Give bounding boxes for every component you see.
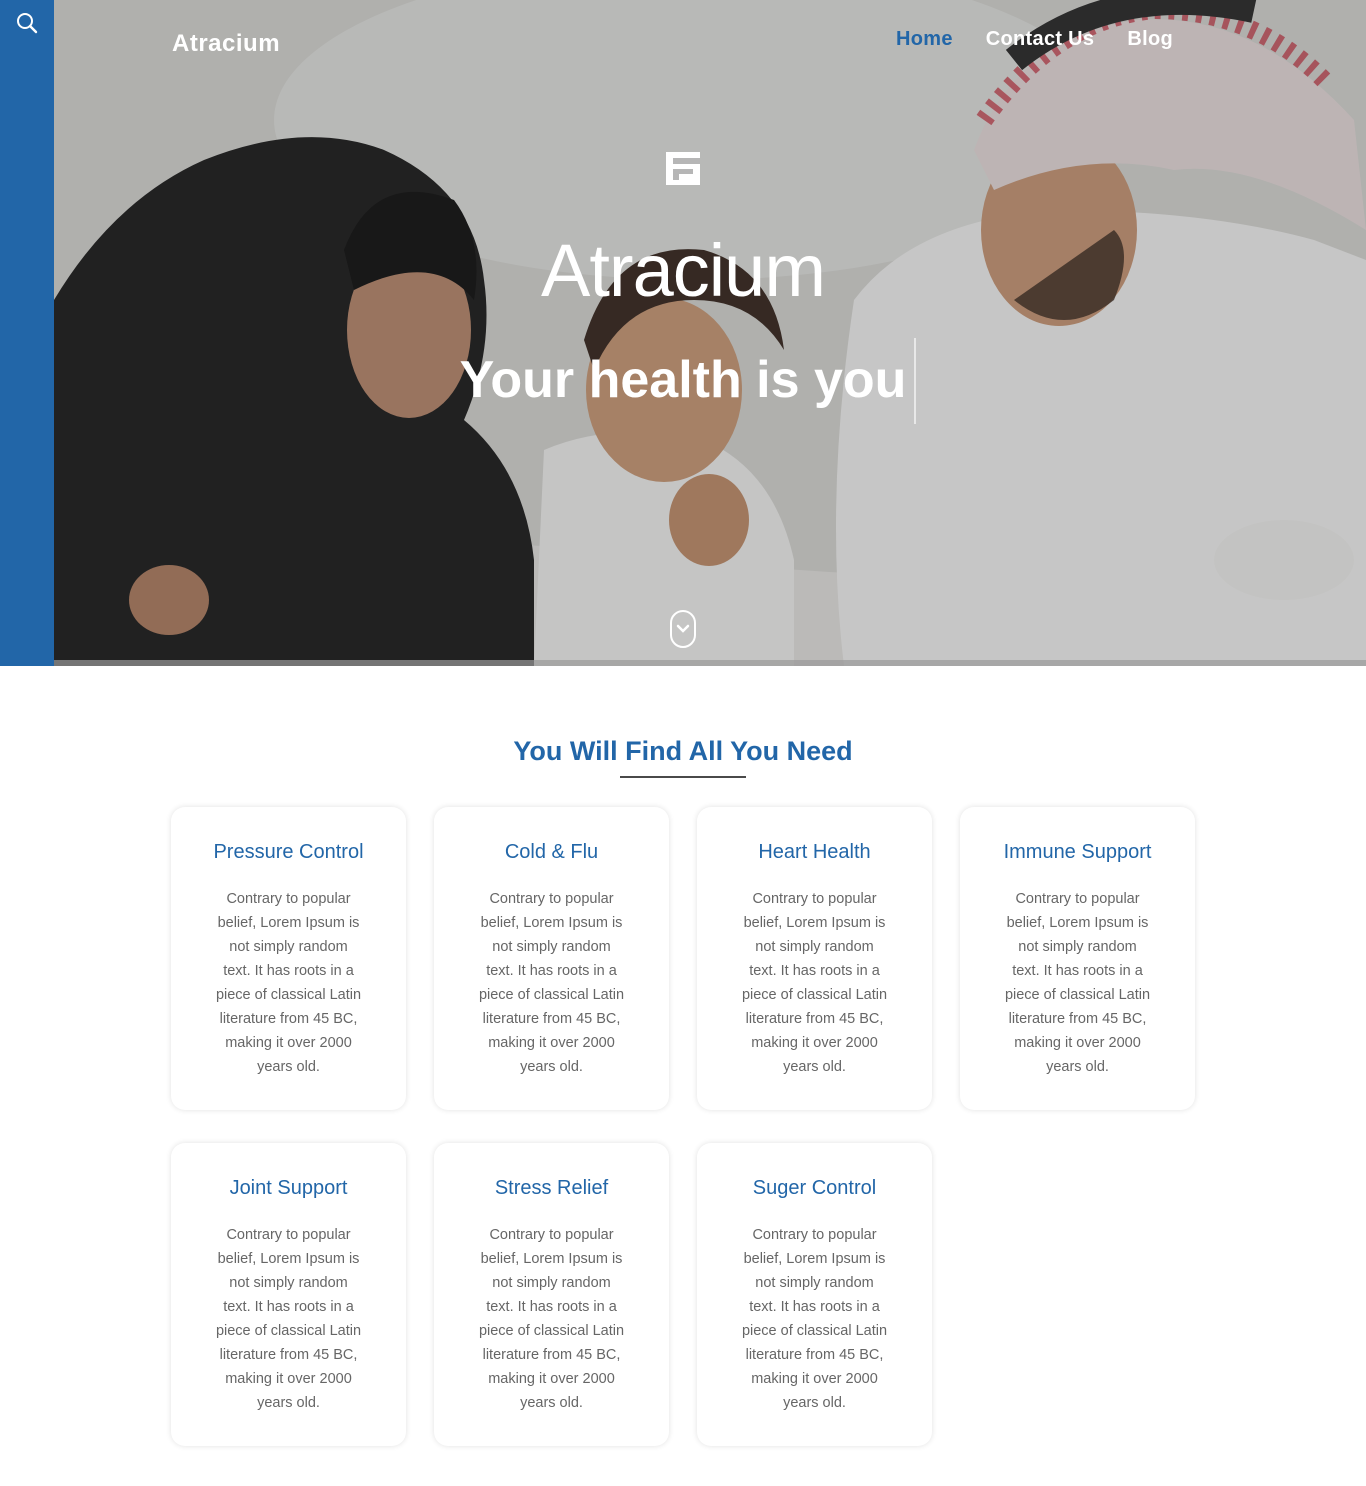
hero-overlay bbox=[54, 0, 1366, 666]
service-card-text: Contrary to popular belief, Lorem Ipsum … bbox=[478, 1227, 625, 1411]
nav-home[interactable]: Home bbox=[896, 28, 953, 51]
service-card-title: Heart Health bbox=[758, 841, 871, 863]
service-card-text: Contrary to popular belief, Lorem Ipsum … bbox=[478, 891, 625, 1075]
service-card-title: Stress Relief bbox=[494, 1177, 609, 1199]
service-card-heart-health[interactable]: Heart Health Contrary to popular belief,… bbox=[697, 807, 932, 1110]
service-card-stress-relief[interactable]: Stress Relief Contrary to popular belief… bbox=[434, 1143, 669, 1446]
service-card-text: Contrary to popular belief, Lorem Ipsum … bbox=[215, 891, 362, 1075]
service-card-text: Contrary to popular belief, Lorem Ipsum … bbox=[741, 1227, 888, 1411]
hero-divider bbox=[54, 660, 1366, 666]
service-card-suger-control[interactable]: Suger Control Contrary to popular belief… bbox=[697, 1143, 932, 1446]
service-card-immune-support[interactable]: Immune Support Contrary to popular belie… bbox=[960, 807, 1195, 1110]
service-card-title: Cold & Flu bbox=[504, 841, 599, 863]
hero-subtitle: Your health is you bbox=[459, 351, 907, 409]
main-nav: Home Contact Us Blog bbox=[896, 28, 1173, 51]
service-card-text: Contrary to popular belief, Lorem Ipsum … bbox=[741, 891, 888, 1075]
hero-banner: Atracium Home Contact Us Blog Atracium Y… bbox=[54, 0, 1366, 666]
logo-icon bbox=[666, 152, 700, 185]
nav-contact-us[interactable]: Contact Us bbox=[986, 28, 1095, 51]
service-card-text: Contrary to popular belief, Lorem Ipsum … bbox=[215, 1227, 362, 1411]
scroll-down-button[interactable] bbox=[670, 610, 696, 648]
service-card-title: Pressure Control bbox=[213, 841, 364, 863]
service-card-cold-flu[interactable]: Cold & Flu Contrary to popular belief, L… bbox=[434, 807, 669, 1110]
side-rail bbox=[0, 0, 54, 666]
heading-underline bbox=[620, 776, 746, 778]
typing-caret bbox=[914, 338, 916, 424]
service-card-joint-support[interactable]: Joint Support Contrary to popular belief… bbox=[171, 1143, 406, 1446]
service-card-title: Immune Support bbox=[1003, 841, 1152, 863]
chevron-down-icon bbox=[676, 624, 690, 633]
brand-logo-text[interactable]: Atracium bbox=[172, 30, 280, 58]
service-card-text: Contrary to popular belief, Lorem Ipsum … bbox=[1004, 891, 1151, 1075]
service-card-title: Suger Control bbox=[752, 1177, 877, 1199]
service-card-title: Joint Support bbox=[229, 1177, 348, 1199]
search-icon[interactable] bbox=[15, 11, 39, 35]
nav-blog[interactable]: Blog bbox=[1127, 28, 1173, 51]
hero-title: Atracium bbox=[541, 229, 826, 312]
services-heading: You Will Find All You Need bbox=[513, 736, 853, 766]
service-card-pressure-control[interactable]: Pressure Control Contrary to popular bel… bbox=[171, 807, 406, 1110]
